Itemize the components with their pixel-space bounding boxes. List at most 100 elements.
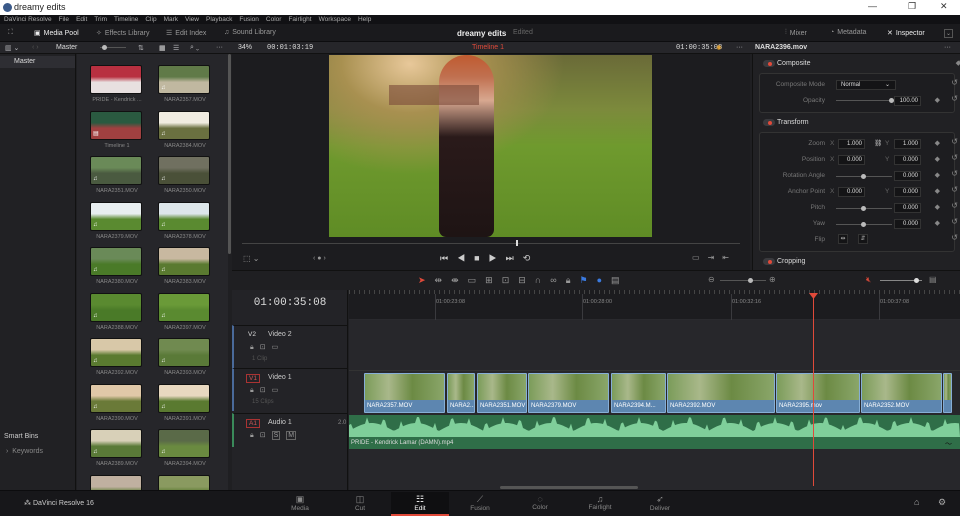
reset-icon[interactable]: ↺	[951, 185, 958, 194]
marker-icon[interactable]: ●	[597, 275, 611, 285]
track-id[interactable]: V1	[246, 374, 260, 383]
curve-icon[interactable]: 〜	[945, 439, 952, 449]
composite-mode-dropdown[interactable]: Normal ⌄	[836, 80, 896, 90]
media-pool-clip[interactable]: ♫ NARA2391.MOV	[158, 383, 210, 422]
mute-button[interactable]: M	[286, 431, 297, 440]
media-pool-clip[interactable]: ♫ NARA2380.MOV	[90, 247, 142, 285]
reset-icon[interactable]: ↺	[951, 233, 958, 242]
mark-in-icon[interactable]: ⇥	[708, 253, 723, 262]
pitch-field[interactable]: 0.000	[894, 203, 921, 213]
auto-select-icon[interactable]: ⊡	[260, 432, 272, 439]
keyframe-icon[interactable]: ◆	[935, 187, 940, 195]
track-header-a1[interactable]: A1 Audio 1 2.0 🔒︎⊡ S M	[232, 413, 348, 447]
media-pool-clip[interactable]: ♫ NARA2393.MOV	[158, 338, 210, 376]
keyframe-icon[interactable]: ◆	[935, 219, 940, 227]
media-pool-clip[interactable]: ♫ NARA2384.MOV	[158, 110, 210, 149]
track-header-v1[interactable]: V1 Video 1 🔒︎⊡▭ 15 Clips	[232, 368, 348, 411]
sound-library-button[interactable]: ♫ Sound Library	[224, 29, 276, 36]
menu-help[interactable]: Help	[358, 15, 371, 24]
page-tab-color[interactable]: ◌ Color	[511, 492, 569, 516]
page-tab-cut[interactable]: ◫ Cut	[331, 492, 389, 516]
media-pool-clip[interactable]: PRIDE - Kendrick ...	[90, 65, 142, 103]
zoom-y-field[interactable]: 1.000	[894, 139, 921, 149]
keyframe-icon[interactable]: ◆	[935, 171, 940, 179]
track-id[interactable]: V2	[246, 331, 258, 338]
edit-index-button[interactable]: ☰ Edit Index	[166, 29, 206, 38]
flip-horizontal-icon[interactable]: ⇹	[838, 234, 848, 244]
lock-icon[interactable]: 🔒︎	[250, 344, 260, 351]
media-pool-clip[interactable]: ♫ NARA2351.MOV	[90, 156, 142, 194]
disable-track-icon[interactable]: ▭	[272, 344, 285, 351]
menu-edit[interactable]: Edit	[76, 15, 87, 24]
video-clip[interactable]	[943, 373, 952, 413]
menu-playback[interactable]: Playback	[206, 15, 232, 24]
menu-timeline[interactable]: Timeline	[114, 15, 138, 24]
transform-toggle[interactable]	[763, 119, 775, 126]
list-view-icon[interactable]: ☰	[173, 44, 179, 52]
flag-icon[interactable]: ⚑	[579, 275, 596, 285]
inspector-button[interactable]: ✕ Inspector	[887, 29, 925, 38]
page-tab-fusion[interactable]: ⟋ Fusion	[451, 492, 509, 516]
slider-knob[interactable]	[102, 45, 107, 50]
mute-speaker-icon[interactable]: 🔇︎	[866, 275, 871, 285]
go-to-end-icon[interactable]: ⏭	[506, 253, 523, 263]
keyframe-icon[interactable]: ◆	[935, 139, 940, 147]
rotation-slider-knob[interactable]	[861, 174, 866, 179]
smart-bin-keywords[interactable]: › Keywords	[6, 448, 43, 455]
volume-knob[interactable]	[914, 278, 919, 283]
more-options-icon[interactable]: ···	[216, 44, 223, 51]
opacity-field[interactable]: 100.00	[894, 96, 921, 106]
mixer-button[interactable]: ⫶ Mixer	[785, 29, 807, 37]
menu-view[interactable]: View	[185, 15, 199, 24]
media-pool-clip[interactable]: ♫ NARA2394.MOV	[158, 429, 210, 467]
rotation-field[interactable]: 0.000	[894, 171, 921, 181]
match-frame-icon[interactable]: ▭	[692, 253, 708, 262]
cropping-section-header[interactable]: Cropping	[755, 255, 955, 269]
auto-select-icon[interactable]: ⊡	[260, 344, 272, 351]
effects-library-button[interactable]: ✧ Effects Library	[96, 29, 150, 38]
media-pool-clip[interactable]: ♫ NARA2390.MOV	[90, 383, 142, 422]
settings-gear-icon[interactable]: ⚙	[938, 497, 946, 508]
track-header-v2[interactable]: V2 Video 2 🔒︎⊡▭ 1 Clip	[232, 325, 348, 368]
dynamic-trim-icon[interactable]: ⇼	[451, 275, 468, 285]
media-pool-clip[interactable]: ♫ NARA2378.MOV	[158, 201, 210, 240]
menu-clip[interactable]: Clip	[145, 15, 156, 24]
zoom-in-icon[interactable]: ⊕	[769, 275, 776, 284]
sidebar-toggle-icon[interactable]: ▥ ⌄	[5, 44, 19, 52]
composite-section-header[interactable]: Composite◆↺	[755, 57, 960, 71]
inspector-options-icon[interactable]: ···	[944, 44, 951, 51]
menu-fusion[interactable]: Fusion	[239, 15, 259, 24]
disable-track-icon[interactable]: ▭	[272, 387, 285, 394]
menu-trim[interactable]: Trim	[94, 15, 107, 24]
page-tab-fairlight[interactable]: ♫ Fairlight	[571, 492, 629, 516]
media-pool-clip[interactable]: ▤ Timeline 1	[90, 110, 142, 149]
track-id[interactable]: A1	[246, 419, 260, 428]
play-icon[interactable]: ▶	[489, 253, 506, 263]
home-icon[interactable]: ⌂	[914, 497, 919, 507]
timeline-view-icon[interactable]: ▤	[611, 275, 629, 285]
video-clip[interactable]: NARA2...	[447, 373, 475, 413]
auto-select-icon[interactable]: ⊡	[260, 387, 272, 394]
cropping-toggle[interactable]	[763, 258, 775, 265]
search-icon[interactable]: ⌕ ⌄	[190, 44, 199, 52]
page-tab-deliver[interactable]: ➶ Deliver	[631, 492, 689, 516]
media-pool-clip[interactable]: ♫	[158, 474, 210, 490]
reset-icon[interactable]: ↺	[951, 153, 958, 162]
timeline-scrollbar[interactable]	[500, 486, 638, 489]
anchor-y-field[interactable]: 0.000	[894, 187, 921, 197]
video-clip[interactable]: NARA2394.M...	[611, 373, 666, 413]
menu-color[interactable]: Color	[266, 15, 282, 24]
media-pool-scrollbar[interactable]	[228, 54, 231, 254]
keyframe-icon[interactable]: ◆	[935, 155, 940, 163]
media-pool-clip[interactable]: ♫ NARA2397.MOV	[158, 292, 210, 331]
media-pool-clip[interactable]: ♫ NARA2388.MOV	[90, 292, 142, 331]
playhead-line[interactable]	[813, 296, 814, 486]
clip-nav-icon[interactable]: ‹ ● ›	[313, 255, 326, 262]
scrubber-bar[interactable]	[242, 243, 740, 244]
zoom-out-icon[interactable]: ⊖	[708, 275, 715, 284]
keyframe-icon[interactable]: ◆	[935, 203, 940, 211]
workspace-icon[interactable]: ⛶	[8, 29, 13, 37]
reset-icon[interactable]: ↺	[951, 201, 958, 210]
close-button[interactable]: ✕	[940, 1, 948, 12]
timeline-selector[interactable]: Timeline 1	[472, 44, 504, 51]
